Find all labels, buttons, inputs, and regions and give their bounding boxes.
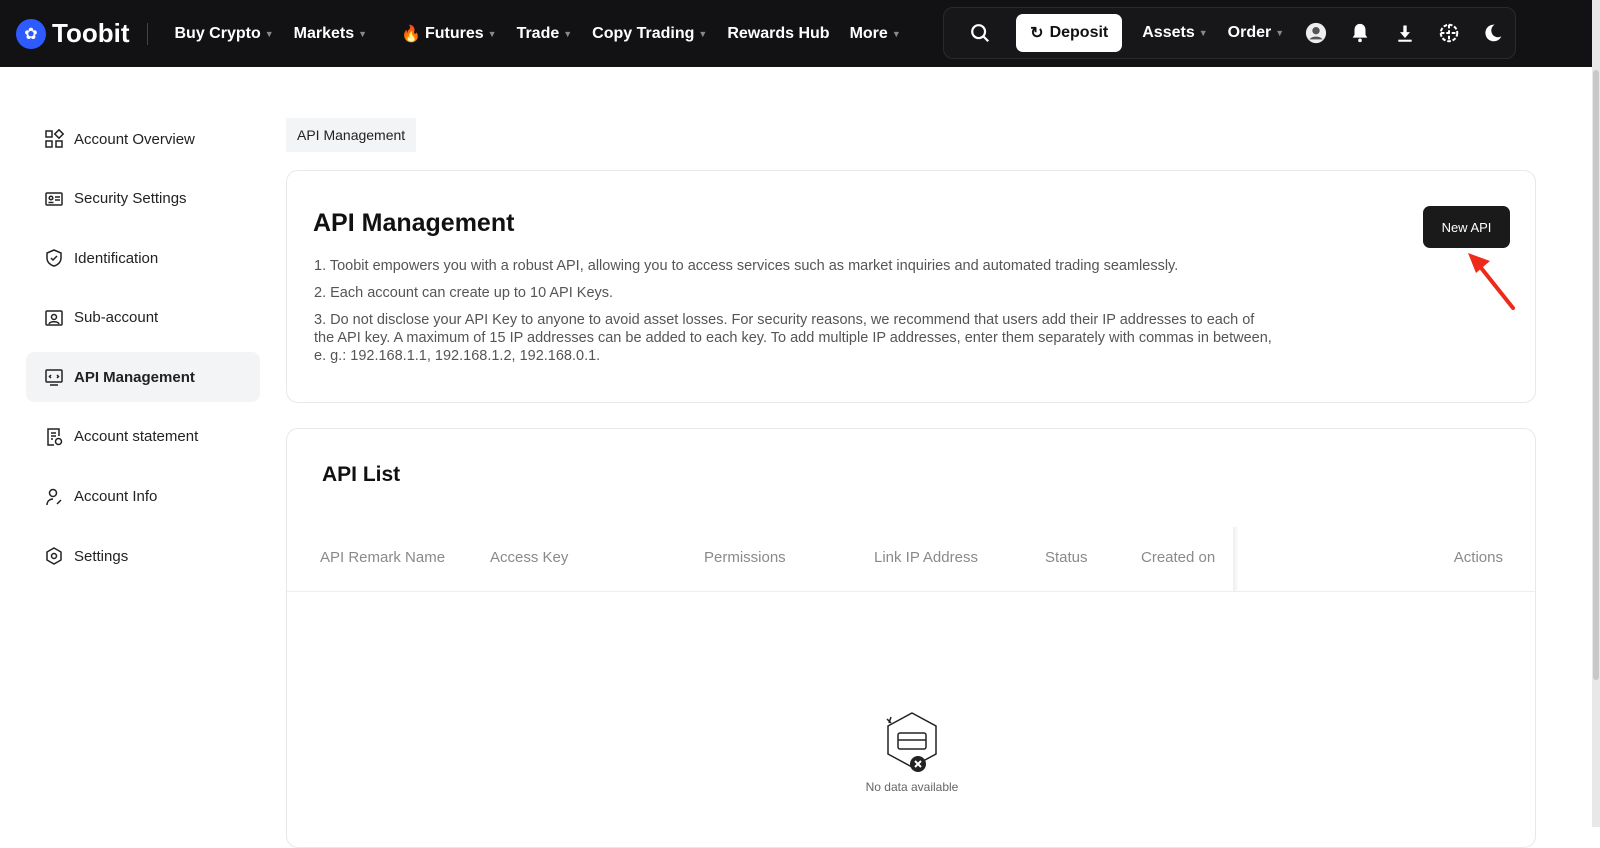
page-title: API Management	[313, 209, 515, 237]
nav-copy-trading[interactable]: Copy Trading ▼	[582, 24, 717, 44]
sidebar-item-account-info[interactable]: Account Info	[26, 472, 260, 522]
search-icon[interactable]	[958, 22, 1002, 44]
logo-text: Toobit	[52, 18, 130, 48]
download-icon[interactable]	[1383, 23, 1427, 43]
caret-down-icon: ▼	[1198, 28, 1208, 38]
globe-icon[interactable]	[1427, 22, 1471, 44]
nav-label: Markets	[293, 24, 355, 42]
assets-menu[interactable]: Assets ▼	[1132, 24, 1217, 42]
logo[interactable]: ✿ Toobit	[16, 18, 129, 49]
column-header: Actions	[1453, 549, 1503, 566]
note-item: 1. Toobit empowers you with a robust API…	[314, 258, 1179, 274]
nav-futures[interactable]: 🔥 Futures ▼	[391, 24, 507, 44]
sidebar-item-account-statement[interactable]: Account statement	[26, 412, 260, 462]
scrollbar[interactable]	[1592, 0, 1600, 827]
settings-icon	[46, 547, 62, 566]
sidebar-label: Security Settings	[74, 190, 187, 208]
deposit-button[interactable]: ↻ Deposit	[1016, 14, 1123, 52]
sidebar-item-api-management[interactable]: API Management	[26, 352, 260, 403]
nav-rewards-hub[interactable]: Rewards Hub	[717, 24, 839, 44]
user-frame-icon	[45, 310, 63, 326]
sidebar-item-security-settings[interactable]: Security Settings	[26, 174, 260, 224]
nav-label: Buy Crypto	[174, 24, 261, 42]
order-label: Order	[1227, 24, 1272, 41]
nav-more[interactable]: More ▼	[840, 24, 911, 44]
top-navbar: ✿ Toobit Buy Crypto ▼ Markets ▼ 🔥 Futures ▼ …	[0, 0, 1600, 67]
note-item: 2. Each account can create up to 10 API …	[314, 285, 614, 301]
nav-buy-crypto[interactable]: Buy Crypto ▼	[164, 24, 283, 44]
order-menu[interactable]: Order ▼	[1218, 24, 1295, 42]
column-header: API Remark Name	[320, 549, 446, 566]
column-header: Link IP Address	[874, 549, 978, 566]
nav-label: Copy Trading	[592, 24, 695, 42]
sidebar-label: API Management	[74, 368, 195, 386]
caret-down-icon: ▼	[264, 28, 274, 39]
empty-text: No data available	[865, 780, 959, 794]
sidebar-label: Account Info	[74, 488, 158, 506]
new-api-button[interactable]: New API	[1423, 206, 1510, 248]
divider	[147, 22, 149, 45]
note-item: 3. Do not disclose your API Key to anyon…	[314, 312, 1272, 364]
sidebar-label: Account statement	[74, 428, 199, 446]
nav-markets[interactable]: Markets ▼	[284, 24, 377, 44]
sidebar-label: Account Overview	[74, 130, 195, 148]
empty-box-icon	[886, 712, 937, 772]
sidebar: Account Overview Security Settings Ident…	[26, 114, 260, 591]
api-list-title: API List	[322, 463, 401, 486]
api-notes: 1. Toobit empowers you with a robust API…	[314, 257, 1274, 374]
red-arrow-annotation-icon	[1468, 253, 1515, 310]
dark-mode-icon[interactable]	[1471, 23, 1515, 43]
nav-label: More	[849, 24, 888, 42]
user-avatar-icon[interactable]	[1294, 22, 1338, 44]
id-card-icon	[45, 191, 63, 206]
user-edit-icon	[46, 488, 62, 505]
nav-trade[interactable]: Trade ▼	[507, 24, 583, 44]
column-header: Status	[1045, 549, 1088, 566]
sidebar-label: Identification	[74, 249, 159, 267]
fire-icon: 🔥	[401, 25, 421, 43]
sidebar-item-settings[interactable]: Settings	[26, 531, 260, 581]
caret-down-icon: ▼	[1275, 28, 1285, 38]
header-actions: ↻ Deposit Assets ▼ Order ▼	[943, 7, 1516, 59]
empty-state: No data available	[847, 709, 977, 794]
deposit-icon: ↻	[1030, 25, 1044, 42]
caret-down-icon: ▼	[358, 28, 368, 39]
bell-icon[interactable]	[1338, 22, 1382, 44]
api-management-card: API Management 1. Toobit empowers you wi…	[286, 170, 1536, 403]
sidebar-label: Sub-account	[74, 309, 159, 327]
nav-label: Trade	[516, 24, 560, 42]
document-icon	[47, 428, 63, 446]
toobit-logo-icon: ✿	[16, 18, 46, 49]
api-monitor-icon	[45, 369, 63, 387]
column-header: Permissions	[704, 549, 786, 566]
nav-label: Rewards Hub	[727, 24, 830, 42]
caret-down-icon: ▼	[487, 28, 497, 39]
breadcrumb: API Management	[286, 118, 417, 152]
sidebar-item-account-overview[interactable]: Account Overview	[26, 114, 260, 164]
caret-down-icon: ▼	[698, 28, 708, 39]
deposit-label: Deposit	[1049, 24, 1109, 41]
api-list-card: API List API Remark Name Access Key Perm…	[286, 428, 1536, 848]
sidebar-item-sub-account[interactable]: Sub-account	[26, 293, 260, 343]
column-header: Access Key	[490, 549, 569, 566]
sidebar-item-identification[interactable]: Identification	[26, 233, 260, 283]
assets-label: Assets	[1142, 24, 1195, 41]
table-header: API Remark Name Access Key Permissions L…	[287, 537, 1535, 592]
caret-down-icon: ▼	[563, 28, 573, 39]
nav-label: Futures	[424, 24, 484, 42]
grid-icon	[45, 129, 64, 148]
caret-down-icon: ▼	[891, 28, 901, 39]
shield-check-icon	[46, 249, 62, 267]
scrollbar-thumb[interactable]	[1593, 70, 1599, 680]
column-header: Created on	[1141, 549, 1216, 566]
sidebar-label: Settings	[74, 547, 129, 565]
